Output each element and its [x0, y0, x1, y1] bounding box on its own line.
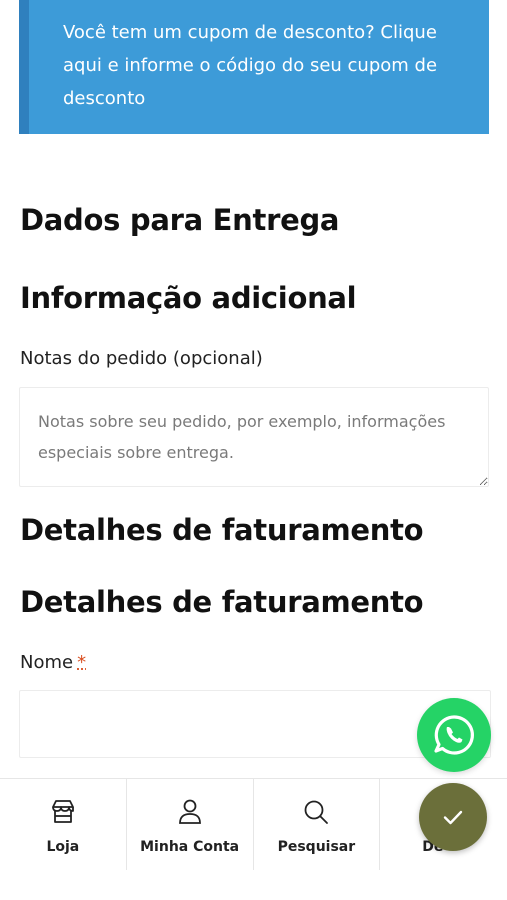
checkmark-icon	[443, 810, 463, 825]
delivery-section-title: Dados para Entrega	[20, 203, 340, 237]
additional-info-title: Informação adicional	[20, 281, 357, 315]
user-icon	[178, 799, 201, 824]
whatsapp-button[interactable]	[417, 698, 491, 772]
billing-details-title: Detalhes de faturamento	[20, 513, 424, 547]
coupon-notice[interactable]: Você tem um cupom de desconto? Clique aq…	[19, 0, 489, 134]
search-icon	[304, 800, 329, 824]
nav-label-search: Pesquisar	[277, 839, 356, 855]
confirm-button[interactable]	[419, 783, 487, 851]
name-label-text: Nome	[20, 652, 74, 673]
nav-item-store[interactable]: Loja	[0, 779, 127, 871]
required-marker: *	[77, 652, 87, 673]
nav-item-account[interactable]: Minha Conta	[127, 779, 254, 871]
nav-label-account: Minha Conta	[140, 839, 240, 855]
order-notes-textarea[interactable]	[19, 387, 489, 487]
order-notes-label: Notas do pedido (opcional)	[20, 348, 263, 369]
whatsapp-icon	[434, 715, 474, 755]
coupon-notice-text[interactable]: Você tem um cupom de desconto? Clique aq…	[63, 16, 465, 115]
billing-details-title-duplicate: Detalhes de faturamento	[20, 585, 424, 619]
store-icon	[51, 800, 74, 823]
nav-item-search[interactable]: Pesquisar	[254, 779, 381, 871]
name-field-label: Nome *	[20, 652, 86, 673]
bottom-strip	[0, 870, 507, 900]
nav-label-store: Loja	[46, 839, 80, 855]
